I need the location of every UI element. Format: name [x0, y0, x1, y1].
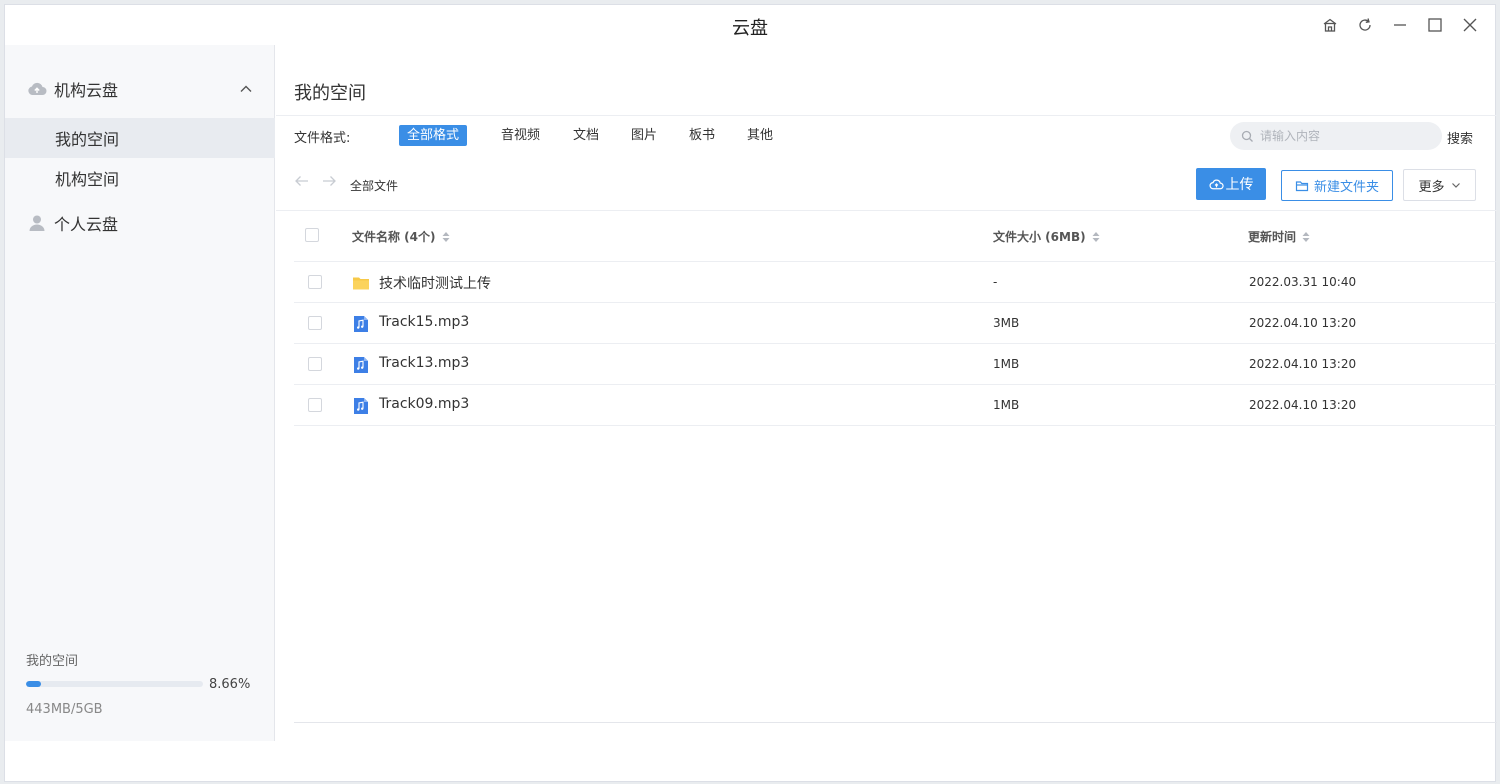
refresh-button[interactable]	[1353, 13, 1377, 37]
file-size: 1MB	[993, 357, 1020, 371]
file-time: 2022.04.10 13:20	[1249, 398, 1357, 412]
sort-icon	[1302, 231, 1310, 242]
main-content: 我的空间 文件格式: 全部格式 音视频 文档 图片 板书 其他 搜索 全部文件 …	[276, 45, 1497, 741]
close-button[interactable]	[1458, 13, 1482, 37]
minimize-button[interactable]	[1388, 13, 1412, 37]
file-size: 3MB	[993, 316, 1020, 330]
column-header-label: 文件名称 (4个)	[352, 230, 436, 244]
folder-outline-icon	[1295, 180, 1309, 191]
file-time: 2022.03.31 10:40	[1249, 275, 1357, 289]
file-time: 2022.04.10 13:20	[1249, 316, 1357, 330]
divider	[276, 115, 1497, 116]
cloud-upload-icon	[26, 78, 48, 100]
chevron-up-icon[interactable]	[239, 82, 253, 96]
sidebar-group-label: 个人云盘	[54, 215, 119, 234]
search-icon	[1241, 130, 1253, 142]
sort-icon	[1092, 231, 1100, 242]
storage-label: 我的空间	[26, 654, 79, 669]
folder-icon	[353, 277, 369, 290]
file-table: 文件名称 (4个) 文件大小 (6MB) 更新时间 技术临时测试上传 - 202…	[294, 211, 1497, 426]
cloud-disk-window: 云盘 机构云盘 我的空间 机构空间 个人云盘 我的空间 8.66% 443MB/…	[4, 4, 1497, 782]
filter-chip-all[interactable]: 全部格式	[399, 125, 468, 146]
more-dropdown-button[interactable]: 更多	[1403, 169, 1476, 201]
audio-file-icon	[354, 316, 368, 332]
audio-file-icon	[354, 357, 368, 373]
page-title: 我的空间	[294, 83, 366, 104]
upload-button-label: 上传	[1225, 177, 1254, 193]
maximize-icon	[1428, 18, 1442, 32]
sidebar-item-label: 机构空间	[55, 170, 120, 189]
sidebar-group-org-cloud[interactable]: 机构云盘	[5, 69, 275, 109]
close-icon	[1463, 18, 1477, 32]
sidebar-item-my-space[interactable]: 我的空间	[5, 118, 275, 158]
table-row[interactable]: Track09.mp3 1MB 2022.04.10 13:20	[294, 385, 1497, 426]
file-size: -	[993, 275, 998, 289]
filter-chip-other[interactable]: 其他	[739, 125, 781, 146]
upload-button[interactable]: 上传	[1196, 168, 1266, 200]
storage-progress-bar	[26, 681, 203, 687]
storage-size: 443MB/5GB	[26, 702, 103, 717]
minimize-icon	[1394, 24, 1406, 26]
cloud-upload-icon	[1209, 179, 1224, 189]
user-icon	[26, 212, 48, 234]
window-title: 云盘	[732, 18, 768, 39]
column-header-label: 更新时间	[1248, 230, 1297, 244]
filter-chip-docs[interactable]: 文档	[565, 125, 607, 146]
table-row[interactable]: Track15.mp3 3MB 2022.04.10 13:20	[294, 303, 1497, 344]
file-size: 1MB	[993, 398, 1020, 412]
new-folder-button[interactable]: 新建文件夹	[1281, 170, 1393, 201]
file-name[interactable]: Track09.mp3	[379, 396, 469, 412]
sidebar-item-label: 我的空间	[55, 130, 120, 149]
divider	[294, 722, 1497, 723]
row-checkbox[interactable]	[308, 316, 322, 330]
file-name[interactable]: 技术临时测试上传	[379, 273, 491, 293]
more-button-label: 更多	[1418, 179, 1445, 195]
breadcrumb[interactable]: 全部文件	[350, 177, 398, 194]
row-checkbox[interactable]	[308, 357, 322, 371]
audio-file-icon	[354, 398, 368, 414]
filter-chip-board[interactable]: 板书	[681, 125, 723, 146]
forward-arrow-icon[interactable]	[321, 174, 337, 188]
home-icon	[1323, 18, 1337, 32]
search-button[interactable]: 搜索	[1447, 128, 1473, 147]
row-checkbox[interactable]	[308, 275, 322, 289]
row-checkbox[interactable]	[308, 398, 322, 412]
table-row[interactable]: Track13.mp3 1MB 2022.04.10 13:20	[294, 344, 1497, 385]
storage-progress-fill	[26, 681, 42, 687]
table-row[interactable]: 技术临时测试上传 - 2022.03.31 10:40	[294, 262, 1497, 303]
table-header: 文件名称 (4个) 文件大小 (6MB) 更新时间	[294, 211, 1497, 262]
column-header-time[interactable]: 更新时间	[1248, 228, 1310, 245]
sidebar-item-org-space[interactable]: 机构空间	[5, 158, 275, 198]
home-button[interactable]	[1318, 13, 1342, 37]
column-header-size[interactable]: 文件大小 (6MB)	[993, 228, 1100, 245]
column-header-label: 文件大小 (6MB)	[993, 230, 1086, 244]
new-folder-button-label: 新建文件夹	[1313, 180, 1379, 195]
title-bar: 云盘	[5, 5, 1495, 45]
sidebar-group-label: 机构云盘	[54, 81, 119, 100]
filter-label: 文件格式:	[294, 131, 351, 146]
maximize-button[interactable]	[1423, 13, 1447, 37]
sidebar: 机构云盘 我的空间 机构空间 个人云盘 我的空间 8.66% 443MB/5GB	[5, 45, 275, 741]
search-input[interactable]	[1230, 122, 1442, 150]
refresh-icon	[1359, 18, 1371, 31]
file-name[interactable]: Track15.mp3	[379, 314, 469, 330]
filter-chip-av[interactable]: 音视频	[493, 125, 548, 146]
filter-chip-images[interactable]: 图片	[623, 125, 665, 146]
file-name[interactable]: Track13.mp3	[379, 355, 469, 371]
sidebar-group-personal-cloud[interactable]: 个人云盘	[5, 203, 275, 243]
file-time: 2022.04.10 13:20	[1249, 357, 1357, 371]
select-all-checkbox[interactable]	[305, 228, 319, 242]
storage-percent: 8.66%	[209, 677, 251, 692]
sort-icon	[442, 231, 449, 242]
back-arrow-icon[interactable]	[294, 174, 310, 188]
chevron-down-icon	[1451, 183, 1460, 188]
column-header-name[interactable]: 文件名称 (4个)	[352, 228, 450, 245]
